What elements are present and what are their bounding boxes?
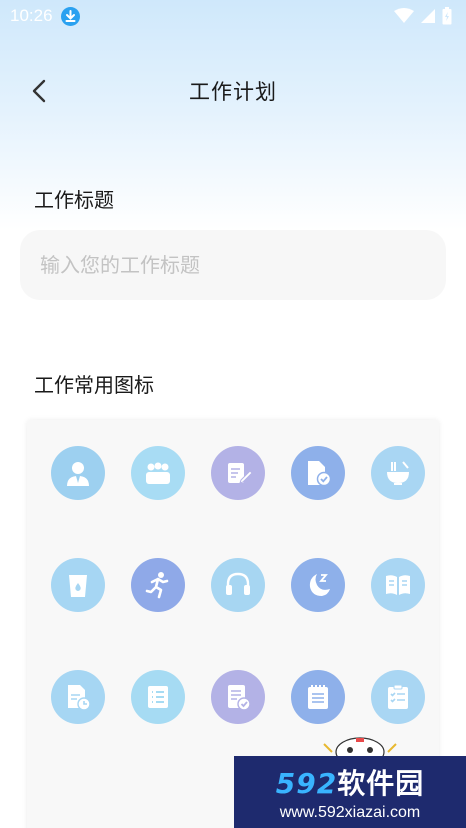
status-icons xyxy=(394,7,452,25)
approved-document-icon-option[interactable] xyxy=(211,670,265,724)
sleep-moon-icon xyxy=(309,574,330,596)
list-icon-option[interactable] xyxy=(131,670,185,724)
water-cup-icon xyxy=(69,575,87,597)
signal-icon xyxy=(421,9,435,23)
headphones-icon xyxy=(226,572,250,595)
icons-section-label: 工作常用图标 xyxy=(34,373,154,397)
approved-document-icon xyxy=(228,685,251,711)
person-icon-option[interactable] xyxy=(51,446,105,500)
notepad-icon xyxy=(308,685,328,709)
edit-icon-option[interactable] xyxy=(211,446,265,500)
page-title: 工作计划 xyxy=(189,80,277,104)
list-icon xyxy=(148,686,168,708)
running-icon xyxy=(145,572,169,599)
headphones-icon-option[interactable] xyxy=(211,558,265,612)
download-icon xyxy=(60,6,80,26)
watermark-number: 592 xyxy=(275,767,338,800)
group-icon-option[interactable] xyxy=(131,446,185,500)
water-cup-icon-option[interactable] xyxy=(51,558,105,612)
edit-icon xyxy=(228,463,253,484)
person-icon xyxy=(67,462,89,486)
running-icon-option[interactable] xyxy=(131,558,185,612)
watermark-brand: 592软件园 xyxy=(276,762,424,802)
group-icon xyxy=(146,462,170,484)
status-bar: 10:26 xyxy=(0,0,466,32)
schedule-document-icon xyxy=(68,685,91,711)
document-check-icon xyxy=(308,461,332,487)
noodle-bowl-icon xyxy=(387,461,409,485)
watermark-url: www.592xiazai.com xyxy=(279,804,421,821)
site-watermark: 592软件园 www.592xiazai.com xyxy=(234,756,466,828)
schedule-document-icon-option[interactable] xyxy=(51,670,105,724)
document-check-icon-option[interactable] xyxy=(291,446,345,500)
open-book-icon-option[interactable] xyxy=(371,558,425,612)
work-title-input[interactable] xyxy=(20,230,446,300)
watermark-brand-text: 软件园 xyxy=(337,767,425,800)
status-time: 10:26 xyxy=(10,6,53,25)
nav-bar: 工作计划 xyxy=(0,62,466,118)
work-title-label: 工作标题 xyxy=(34,188,114,212)
checklist-icon xyxy=(388,684,408,709)
checklist-icon-option[interactable] xyxy=(371,670,425,724)
sleep-moon-icon-option[interactable] xyxy=(291,558,345,612)
battery-icon xyxy=(442,7,452,25)
open-book-icon xyxy=(386,575,410,595)
wifi-icon xyxy=(394,8,414,23)
noodle-bowl-icon-option[interactable] xyxy=(371,446,425,500)
notepad-icon-option[interactable] xyxy=(291,670,345,724)
